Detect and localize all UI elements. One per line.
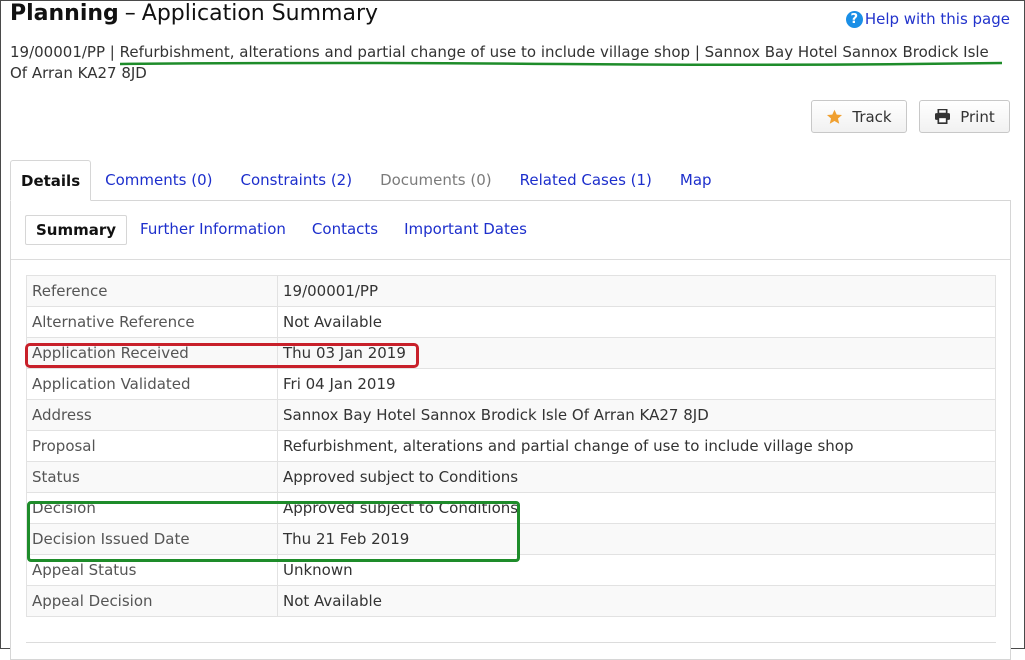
row-label: Application Validated — [26, 368, 278, 400]
summary-table: Reference 19/00001/PP Alternative Referen… — [26, 275, 996, 617]
track-button-label: Track — [852, 107, 892, 126]
subtabs-bar: Summary Further Information Contacts Imp… — [11, 201, 1010, 260]
row-value: Not Available — [277, 585, 996, 617]
table-row: Appeal Status Unknown — [26, 554, 996, 586]
table-row: Application Received Thu 03 Jan 2019 — [26, 337, 996, 369]
row-label: Decision — [26, 492, 278, 524]
row-label: Status — [26, 461, 278, 493]
row-value: Approved subject to Conditions — [277, 461, 996, 493]
row-label: Appeal Status — [26, 554, 278, 586]
row-value: 19/00001/PP — [277, 275, 996, 307]
table-row: Alternative Reference Not Available — [26, 306, 996, 338]
subtabs: Summary Further Information Contacts Imp… — [25, 215, 540, 245]
row-label: Address — [26, 399, 278, 431]
page-title: Planning – Application Summary — [10, 1, 378, 26]
main-tabs: Details Comments (0) Constraints (2) Doc… — [10, 160, 726, 201]
star-icon — [826, 109, 843, 125]
row-value: Approved subject to Conditions — [277, 492, 996, 524]
tab-constraints[interactable]: Constraints (2) — [226, 160, 366, 201]
page-title-name: Application Summary — [141, 1, 379, 26]
application-subtitle: 19/00001/PP | Refurbishment, alterations… — [10, 43, 989, 82]
track-button[interactable]: Track — [811, 100, 907, 133]
row-value: Not Available — [277, 306, 996, 338]
page-title-separator: – — [124, 1, 136, 26]
row-label: Application Received — [26, 337, 278, 369]
table-row: Decision Issued Date Thu 21 Feb 2019 — [26, 523, 996, 555]
help-link-label: Help with this page — [864, 10, 1010, 28]
table-row: Address Sannox Bay Hotel Sannox Brodick I… — [26, 399, 996, 431]
table-row: Status Approved subject to Conditions — [26, 461, 996, 493]
table-row: Reference 19/00001/PP — [26, 275, 996, 307]
row-value: Unknown — [277, 554, 996, 586]
row-value: Thu 21 Feb 2019 — [277, 523, 996, 555]
table-row: Decision Approved subject to Conditions — [26, 492, 996, 524]
row-label: Proposal — [26, 430, 278, 462]
table-row: Proposal Refurbishment, alterations and p… — [26, 430, 996, 462]
row-value: Thu 03 Jan 2019 — [277, 337, 996, 369]
tab-documents: Documents (0) — [380, 171, 492, 189]
page-title-section: Planning — [10, 1, 119, 26]
subtab-further-information[interactable]: Further Information — [127, 215, 299, 245]
subtab-important-dates[interactable]: Important Dates — [391, 215, 540, 245]
row-label: Decision Issued Date — [26, 523, 278, 555]
printer-icon — [934, 109, 951, 124]
subtab-summary[interactable]: Summary — [25, 215, 128, 245]
help-link[interactable]: ? Help with this page — [845, 10, 1010, 28]
tab-comments[interactable]: Comments (0) — [91, 160, 226, 201]
row-label: Alternative Reference — [26, 306, 278, 338]
tab-related-cases[interactable]: Related Cases (1) — [506, 160, 666, 201]
print-button[interactable]: Print — [919, 100, 1010, 133]
tab-details[interactable]: Details — [10, 160, 92, 201]
table-row: Appeal Decision Not Available — [26, 585, 996, 617]
help-icon: ? — [845, 10, 863, 28]
row-value: Refurbishment, alterations and partial c… — [277, 430, 996, 462]
row-label: Appeal Decision — [26, 585, 278, 617]
row-label: Reference — [26, 275, 278, 307]
row-value: Fri 04 Jan 2019 — [277, 368, 996, 400]
print-button-label: Print — [960, 107, 995, 126]
row-value: Sannox Bay Hotel Sannox Brodick Isle Of … — [277, 399, 996, 431]
tab-map[interactable]: Map — [666, 160, 726, 201]
table-row: Application Validated Fri 04 Jan 2019 — [26, 368, 996, 400]
subtab-contacts[interactable]: Contacts — [299, 215, 391, 245]
table-bottom-divider — [26, 642, 996, 643]
